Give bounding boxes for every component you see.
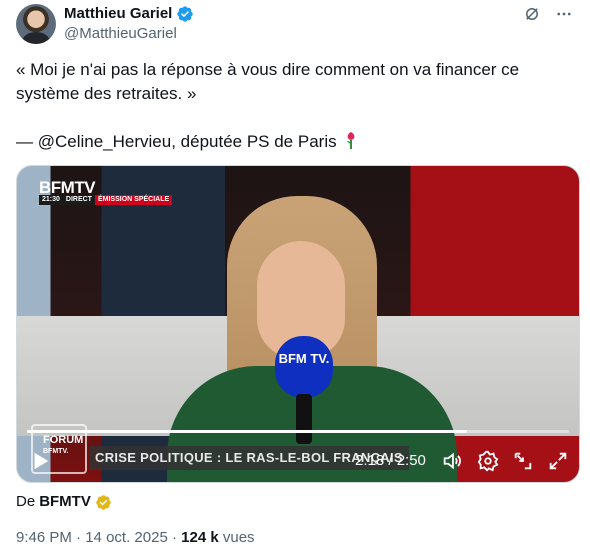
tweet-quote: « Moi je n'ai pas la réponse à vous dire… [16, 60, 520, 103]
tweet-meta: 9:46 PM · 14 oct. 2025 · 124 k vues [16, 528, 255, 548]
microphone-handle [296, 394, 312, 444]
video-player[interactable]: BFM TV. BFMTV 21:30 DIRECT ÉMISSION SPÉC… [16, 165, 580, 483]
settings-icon[interactable] [477, 450, 499, 472]
video-progress-fill [27, 430, 467, 433]
avatar[interactable] [16, 4, 56, 44]
source-prefix: De [16, 493, 36, 510]
verified-badge-icon [177, 6, 194, 22]
author-handle[interactable]: @MatthieuGariel [64, 24, 177, 44]
grok-icon[interactable] [522, 4, 542, 24]
meta-sep-1: · [76, 529, 86, 546]
tweet-text: « Moi je n'ai pas la réponse à vous dire… [16, 58, 568, 154]
top-actions [522, 4, 574, 24]
play-icon[interactable] [29, 450, 51, 472]
video-time: 2:18 / 2:50 [355, 452, 426, 469]
volume-icon[interactable] [441, 450, 463, 472]
broadcast-bar: 21:30 DIRECT ÉMISSION SPÉCIALE [39, 195, 173, 205]
meta-sep-2: · [171, 529, 182, 546]
views-label: vues [222, 529, 255, 546]
tweet-attribution-line: — @Celine_Hervieu, députée PS de Paris [16, 130, 568, 154]
gold-verified-icon [96, 494, 111, 510]
author-name[interactable]: Matthieu Gariel [64, 4, 172, 24]
tweet-attribution[interactable]: — @Celine_Hervieu, députée PS de Paris [16, 132, 337, 151]
source-line: De BFMTV [16, 492, 112, 512]
tweet-date[interactable]: 14 oct. 2025 [85, 529, 168, 546]
broadcast-emission: ÉMISSION SPÉCIALE [94, 195, 173, 205]
minimize-icon[interactable] [512, 450, 534, 472]
tweet-time[interactable]: 9:46 PM [16, 529, 72, 546]
microphone: BFM TV. [275, 336, 333, 398]
fullscreen-icon[interactable] [547, 450, 569, 472]
rose-icon [346, 132, 354, 149]
author-name-row[interactable]: Matthieu Gariel [64, 4, 194, 24]
views-count: 124 k [181, 529, 219, 546]
source-org[interactable]: BFMTV [39, 492, 91, 512]
video-progress-bar[interactable] [27, 430, 569, 433]
more-icon[interactable] [554, 4, 574, 24]
broadcast-time: 21:30 [39, 195, 63, 205]
show-logo-line1: FORUM [43, 434, 84, 446]
broadcast-live: DIRECT [62, 195, 95, 205]
